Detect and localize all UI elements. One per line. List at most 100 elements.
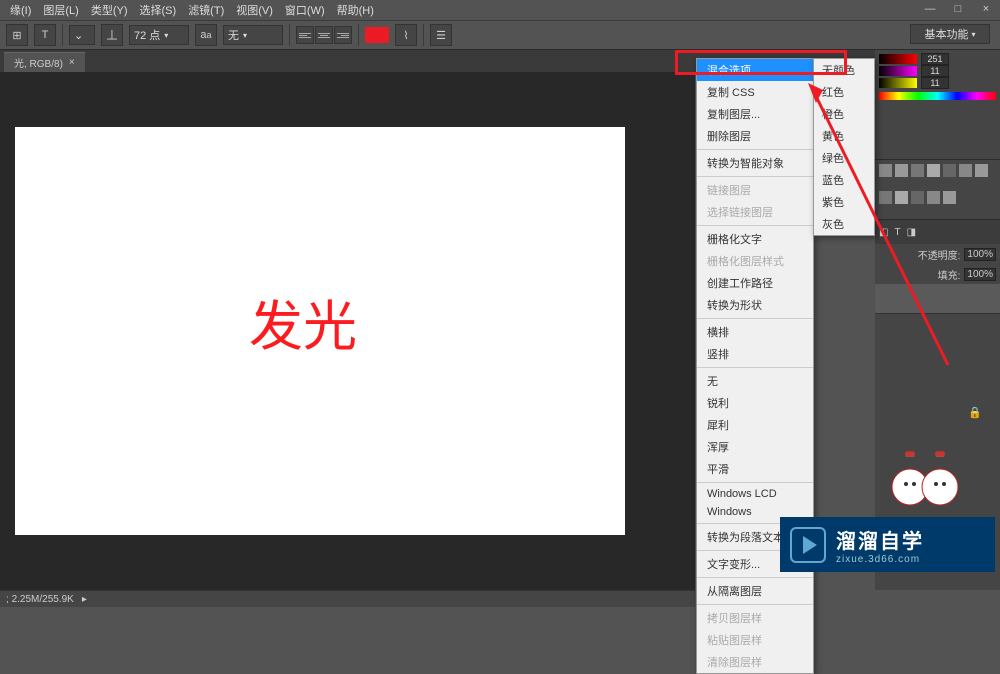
sub-yellow[interactable]: 黄色 [814, 125, 874, 147]
ctx-separator [697, 367, 813, 368]
menu-item[interactable]: 窗口(W) [279, 0, 331, 20]
watermark-banner: 溜溜自学 zixue.3d66.com [780, 517, 995, 572]
ctx-duplicate-layer[interactable]: 复制图层... [697, 103, 813, 125]
panel-toggle-icon[interactable]: ☰ [430, 24, 452, 46]
ctx-rasterize-style: 栅格化图层样式 [697, 250, 813, 272]
fill-value[interactable]: 100% [964, 268, 996, 281]
ctx-aa-crisp[interactable]: 犀利 [697, 414, 813, 436]
swatch-icon[interactable] [895, 191, 908, 204]
antialias-dropdown[interactable]: 无▾ [223, 25, 283, 45]
filter-icon[interactable]: T [894, 227, 900, 238]
ctx-work-path[interactable]: 创建工作路径 [697, 272, 813, 294]
hue-strip[interactable] [879, 92, 996, 100]
font-style-icon[interactable]: 丄 [101, 24, 123, 46]
minimize-button[interactable]: — [916, 0, 944, 18]
watermark-title: 溜溜自学 [836, 525, 924, 554]
opacity-label: 不透明度: [918, 247, 961, 262]
swatch-icon[interactable] [927, 191, 940, 204]
r-slider[interactable]: 251 [879, 54, 949, 64]
ctx-rasterize-type[interactable]: 栅格化文字 [697, 228, 813, 250]
menu-item[interactable]: 视图(V) [230, 0, 279, 20]
ctx-separator [697, 318, 813, 319]
sub-no-color[interactable]: 无颜色 [814, 59, 874, 81]
swatch-icon[interactable] [879, 191, 892, 204]
canvas-area: 发光 [0, 72, 695, 590]
align-group [296, 26, 352, 44]
canvas[interactable]: 发光 [15, 127, 625, 535]
layers-panel-header: ◧ T ◨ [875, 220, 1000, 244]
swatch-icon[interactable] [911, 191, 924, 204]
status-doc-size: ; 2.25M/255.9K [6, 594, 74, 605]
opacity-value[interactable]: 100% [964, 248, 996, 261]
ctx-copy-css[interactable]: 复制 CSS [697, 81, 813, 103]
g-slider[interactable]: 11 [879, 66, 949, 76]
text-color-swatch[interactable] [365, 27, 389, 43]
ctx-aa-sharp[interactable]: 锐利 [697, 392, 813, 414]
workspace-label: 基本功能 [924, 26, 968, 42]
menu-item[interactable]: 帮助(H) [331, 0, 380, 20]
swatches-panel [875, 160, 1000, 220]
ctx-vertical[interactable]: 竖排 [697, 343, 813, 365]
ctx-aa-smooth[interactable]: 平滑 [697, 458, 813, 480]
align-center-button[interactable] [315, 26, 333, 44]
ctx-aa-none[interactable]: 无 [697, 370, 813, 392]
close-button[interactable]: × [972, 0, 1000, 18]
menu-item[interactable]: 图层(L) [37, 0, 84, 20]
b-value[interactable]: 11 [921, 77, 949, 89]
filter-icon[interactable]: ◨ [907, 227, 916, 238]
filter-icon[interactable]: ◧ [879, 227, 888, 238]
ctx-to-shape[interactable]: 转换为形状 [697, 294, 813, 316]
r-value[interactable]: 251 [921, 53, 949, 65]
ctx-separator [697, 577, 813, 578]
menu-item[interactable]: 类型(Y) [85, 0, 134, 20]
workspace-dropdown[interactable]: 基本功能 ▾ [910, 24, 990, 44]
tool-preset-icon[interactable]: ⊞ [6, 24, 28, 46]
menu-item[interactable]: 缘(I) [4, 0, 37, 20]
ctx-horizontal[interactable]: 横排 [697, 321, 813, 343]
menu-item[interactable]: 选择(S) [134, 0, 183, 20]
swatch-icon[interactable] [911, 164, 924, 177]
ctx-aa-strong[interactable]: 浑厚 [697, 436, 813, 458]
swatch-icon[interactable] [943, 164, 956, 177]
status-arrow-icon[interactable]: ▸ [82, 594, 87, 605]
layer-item[interactable] [875, 284, 1000, 314]
swatch-icon[interactable] [895, 164, 908, 177]
swatch-icon[interactable] [879, 164, 892, 177]
sub-orange[interactable]: 橙色 [814, 103, 874, 125]
sub-blue[interactable]: 蓝色 [814, 169, 874, 191]
sub-green[interactable]: 绿色 [814, 147, 874, 169]
maximize-button[interactable]: □ [944, 0, 972, 18]
menu-item[interactable]: 滤镜(T) [182, 0, 230, 20]
sub-purple[interactable]: 紫色 [814, 191, 874, 213]
menu-bar: 缘(I) 图层(L) 类型(Y) 选择(S) 滤镜(T) 视图(V) 窗口(W)… [0, 0, 1000, 20]
tab-close-icon[interactable]: × [69, 57, 75, 68]
window-controls: — □ × [916, 0, 1000, 18]
font-size-dropdown[interactable]: 72 点▾ [129, 25, 189, 45]
sub-red[interactable]: 红色 [814, 81, 874, 103]
ctx-smart-object[interactable]: 转换为智能对象 [697, 152, 813, 174]
swatch-icon[interactable] [959, 164, 972, 177]
ctx-delete-layer[interactable]: 删除图层 [697, 125, 813, 147]
align-left-button[interactable] [296, 26, 314, 44]
b-slider[interactable]: 11 [879, 78, 949, 88]
decorative-cartoon [880, 442, 990, 512]
sub-gray[interactable]: 灰色 [814, 213, 874, 235]
canvas-text[interactable]: 发光 [249, 282, 357, 361]
swatch-icon[interactable] [975, 164, 988, 177]
ctx-win-lcd[interactable]: Windows LCD [697, 485, 813, 503]
g-value[interactable]: 11 [921, 65, 949, 77]
ctx-separator [697, 604, 813, 605]
swatch-icon[interactable] [927, 164, 940, 177]
options-bar: ⊞ T ⌄ 丄 72 点▾ aa 无▾ ⌇ ☰ [0, 20, 1000, 50]
ctx-separator [697, 225, 813, 226]
document-tab[interactable]: 光, RGB/8) × [4, 52, 85, 72]
ctx-select-linked: 选择链接图层 [697, 201, 813, 223]
swatch-icon[interactable] [943, 191, 956, 204]
warp-text-icon[interactable]: ⌇ [395, 24, 417, 46]
ctx-isolate[interactable]: 从隔离图层 [697, 580, 813, 602]
ctx-blending-options[interactable]: 混合选项... [697, 59, 813, 81]
align-right-button[interactable] [334, 26, 352, 44]
divider [423, 24, 424, 46]
text-orientation-icon[interactable]: T [34, 24, 56, 46]
font-family-dropdown[interactable]: ⌄ [69, 25, 95, 45]
